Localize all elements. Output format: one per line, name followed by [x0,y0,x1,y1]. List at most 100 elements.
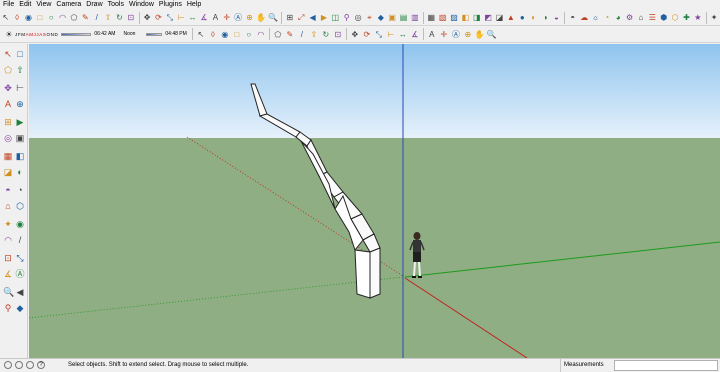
bottom-icon[interactable]: ▨ [450,13,458,22]
dimension-icon[interactable]: ◔ [15,185,25,195]
select-icon[interactable]: ↖ [2,13,10,22]
styles-icon[interactable]: ◒ [552,13,560,22]
rotate-icon[interactable]: ⟳ [154,13,162,22]
make-component-icon[interactable]: □ [15,49,25,59]
credits-icon[interactable] [15,361,23,369]
outliner-icon[interactable]: ☁ [580,13,588,22]
pan-icon[interactable]: / [15,235,25,245]
line-icon[interactable]: / [93,13,101,22]
undo-icon[interactable]: ✎ [285,30,294,39]
geo-location-icon[interactable]: ☰ [648,13,656,22]
follow-me-icon[interactable]: ↻ [115,13,123,22]
3d-text-icon[interactable]: Ⓐ [234,13,242,22]
save-icon[interactable]: ◉ [220,30,229,39]
freehand-icon[interactable]: ▶ [15,117,25,127]
zoom-window-icon[interactable]: ⤡ [15,253,25,263]
components-icon[interactable]: ◐ [529,13,537,22]
menu-tools[interactable]: Tools [107,0,128,10]
scenes-icon[interactable]: ☼ [591,13,599,22]
union-icon[interactable]: ⟳ [362,30,371,39]
section-icon[interactable]: ◫ [331,13,340,22]
toggle-terrain-icon[interactable]: Ⓐ [451,30,460,39]
position-camera-icon[interactable]: ⌖ [365,13,373,22]
share-icon[interactable]: ✚ [682,13,690,22]
user-icon[interactable] [26,361,34,369]
trim-icon[interactable]: ↔ [398,30,407,39]
axes-icon[interactable]: ✛ [223,13,231,22]
rotate-icon[interactable]: ▦ [3,151,13,161]
polygon-icon[interactable]: ⊞ [3,117,13,127]
fog-icon[interactable]: ◕ [614,13,622,22]
copy-icon[interactable]: ○ [244,30,253,39]
pan-icon[interactable]: ✋ [256,13,266,22]
axes-icon[interactable]: ✦ [3,219,13,229]
freehand-icon[interactable]: ✎ [81,13,89,22]
top-icon[interactable]: ▣ [388,13,396,22]
share-model-icon[interactable]: ✋ [475,30,485,39]
rectangle-icon[interactable]: □ [36,13,44,22]
orbit-icon[interactable]: ◠ [3,235,13,245]
walk-icon[interactable]: ⚲ [343,13,351,22]
sandbox-icon[interactable]: ✥ [350,30,359,39]
orbit-icon[interactable]: ⊕ [245,13,253,22]
previous-icon[interactable]: Ⓐ [15,269,25,279]
layout-icon[interactable]: ✦ [710,13,718,22]
protractor-icon[interactable]: ⌂ [3,201,13,211]
extension-icon[interactable]: ★ [694,13,702,22]
circle-icon[interactable]: ○ [47,13,55,22]
materials-icon[interactable]: ◑ [541,13,549,22]
shadow-toggle-icon[interactable]: ☀ [5,30,14,39]
push-pull-icon[interactable]: ▣ [15,133,25,143]
erase-icon[interactable]: ⬠ [273,30,282,39]
scale-icon[interactable]: ◪ [3,167,13,177]
previous-icon[interactable]: ◀ [308,13,316,22]
front-icon[interactable]: ▤ [399,13,408,22]
offset-icon[interactable]: ⊡ [127,13,135,22]
menu-edit[interactable]: Edit [18,0,35,10]
line-icon[interactable]: ⊢ [15,83,25,93]
back-icon[interactable]: ▦ [427,13,435,22]
open-icon[interactable]: ◊ [208,30,217,39]
look-icon[interactable]: ◀ [15,287,25,297]
monochrome-icon[interactable]: ● [518,13,526,22]
xray-icon[interactable]: ◧ [461,13,470,22]
month-scale[interactable]: JFMAMJJASOND [15,32,58,37]
move-icon[interactable]: ✥ [143,13,151,22]
text-icon[interactable]: ⬡ [15,201,25,211]
soften-icon[interactable]: ⌂ [637,13,645,22]
position-camera-icon[interactable]: ⚲ [3,303,13,313]
menu-camera[interactable]: Camera [55,0,85,10]
zoom-window-icon[interactable]: ⊞ [286,13,294,22]
circle-icon[interactable]: A [3,99,13,109]
solid-tools-icon[interactable]: 🔍 [487,30,497,39]
section-plane-icon[interactable]: ◆ [15,303,25,313]
wireframe-icon[interactable]: ◨ [473,13,481,22]
layers-icon[interactable]: ◓ [569,13,577,22]
next-icon[interactable]: ▶ [320,13,328,22]
outer-shell-icon[interactable]: A [427,30,436,39]
model-info-icon[interactable]: ↻ [321,30,330,39]
protractor-icon[interactable]: ∡ [200,13,208,22]
follow-me-icon[interactable]: ◧ [15,151,25,161]
new-icon[interactable]: ↖ [196,30,205,39]
hidden-line-icon[interactable]: ◩ [484,13,492,22]
zoom-icon[interactable]: 🔍 [268,13,278,22]
menu-view[interactable]: View [35,0,55,10]
menu-window[interactable]: Window [128,0,158,10]
arc-icon[interactable]: ⊕ [15,99,25,109]
make-component-icon[interactable]: ⊡ [333,30,342,39]
offset-icon[interactable]: ◐ [15,167,25,177]
paint-bucket-icon[interactable]: ⬠ [3,65,13,75]
textured-icon[interactable]: ▲ [507,13,515,22]
time-slider[interactable] [61,32,92,36]
shaded-icon[interactable]: ◪ [495,13,504,22]
move-icon[interactable]: ◎ [3,133,13,143]
zoom-extents-icon[interactable]: ⤢ [297,13,305,22]
photo-texture-icon[interactable]: ⬢ [660,13,668,22]
zoom-extents-icon[interactable]: ∡ [3,269,13,279]
left-icon[interactable]: ▧ [438,13,447,22]
eraser-icon[interactable]: ◊ [13,13,21,22]
zoom-icon[interactable]: ⊡ [3,253,13,263]
print-icon[interactable]: ⇧ [309,30,318,39]
push-pull-icon[interactable]: ⇧ [104,13,112,22]
